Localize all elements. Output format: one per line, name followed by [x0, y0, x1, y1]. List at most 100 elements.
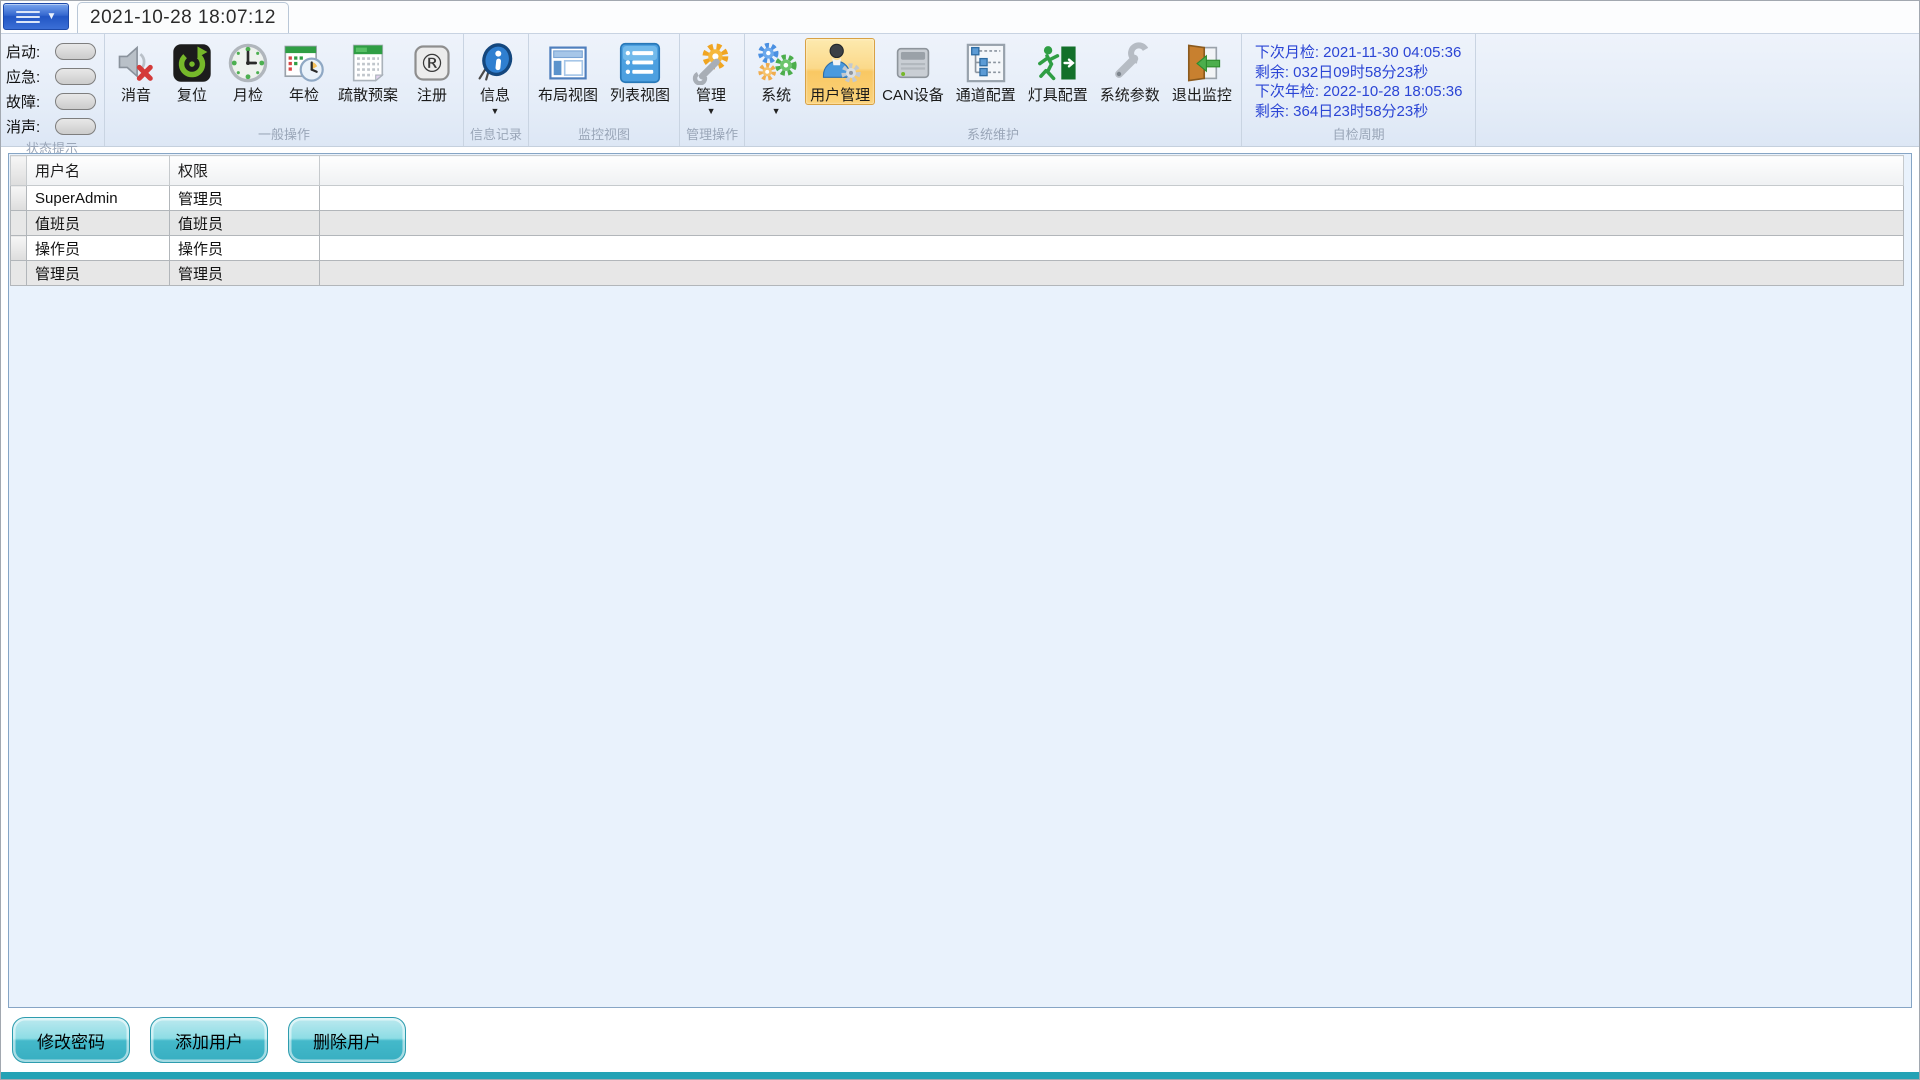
ribbon-item-layout-view[interactable]: 布局视图: [533, 38, 603, 105]
ribbon-group-items: 管理 ▼: [680, 34, 744, 125]
column-header[interactable]: 用户名: [27, 156, 170, 186]
status-label: 故障:: [6, 91, 55, 112]
app-menu-button[interactable]: ▼: [3, 3, 69, 30]
ribbon-item-label: 灯具配置: [1028, 87, 1088, 104]
can-device-icon: [891, 41, 935, 85]
ribbon-item-label: 管理: [696, 87, 726, 104]
ribbon-group: 下次月检: 2021-11-30 04:05:36剩余: 032日09时58分2…: [1242, 34, 1477, 146]
add-user-button[interactable]: 添加用户: [150, 1017, 268, 1063]
wrench-icon: [1108, 41, 1152, 85]
ribbon-group-label: 监控视图: [529, 125, 679, 146]
table-row[interactable]: 管理员管理员: [11, 261, 1904, 286]
ribbon-group-label: 管理操作: [680, 125, 744, 146]
row-selector-cell[interactable]: [11, 186, 27, 211]
row-selector-cell[interactable]: [11, 261, 27, 286]
empty-cell: [320, 186, 1904, 211]
status-label: 应急:: [6, 66, 55, 87]
registered-icon: ®: [410, 41, 454, 85]
username-cell: SuperAdmin: [27, 186, 170, 211]
row-selector-header: [11, 156, 27, 186]
ribbon-item-label: 消音: [121, 87, 151, 104]
ribbon-group-label: 一般操作: [105, 125, 463, 146]
ribbon-item-mute[interactable]: 消音: [109, 38, 163, 105]
ribbon-item-user-management[interactable]: 用户管理: [805, 38, 875, 105]
speaker-mute-icon: [114, 41, 158, 85]
delete-user-button[interactable]: 删除用户: [288, 1017, 406, 1063]
ribbon-item-yearly-check[interactable]: 年检: [277, 38, 331, 105]
role-cell: 管理员: [170, 261, 320, 286]
ribbon-item-label: 注册: [417, 87, 447, 104]
ribbon-item-label: CAN设备: [882, 87, 944, 104]
status-indicator-lamp: [55, 43, 96, 60]
ribbon-group-status: 启动:应急:故障:消声: 状态提示: [0, 34, 105, 146]
ribbon-group: 管理 ▼ 管理操作: [680, 34, 745, 146]
ribbon-group-items: 系统 ▼ 用户管理 CAN设备通道配置灯具配置系统参数退出监控: [745, 34, 1241, 125]
calendar-clock-icon: [282, 41, 326, 85]
ribbon-item-exit-monitor[interactable]: 退出监控: [1167, 38, 1237, 105]
titlebar: ▼ 2021-10-28 18:07:12: [0, 0, 1920, 33]
ribbon-item-label: 退出监控: [1172, 87, 1232, 104]
ribbon-item-label: 系统: [761, 87, 791, 104]
table-header-row: 用户名权限: [11, 156, 1904, 186]
ribbon-item-can-device[interactable]: CAN设备: [877, 38, 949, 105]
status-indicator-lamp: [55, 93, 96, 110]
ribbon-item-reset[interactable]: 复位: [165, 38, 219, 105]
table-row[interactable]: SuperAdmin管理员: [11, 186, 1904, 211]
ribbon-group-label: 系统维护: [745, 125, 1241, 146]
ribbon-item-system-params[interactable]: 系统参数: [1095, 38, 1165, 105]
user-gear-icon: [818, 41, 862, 85]
change-password-button[interactable]: 修改密码: [12, 1017, 130, 1063]
self-check-info-line: 剩余: 032日09时58分23秒: [1255, 63, 1463, 83]
ribbon-item-register[interactable]: ® 注册: [405, 38, 459, 105]
table-row[interactable]: 值班员值班员: [11, 211, 1904, 236]
exit-man-icon: [1036, 41, 1080, 85]
username-cell: 值班员: [27, 211, 170, 236]
tab-datetime[interactable]: 2021-10-28 18:07:12: [77, 2, 289, 33]
ribbon-item-lamp-config[interactable]: 灯具配置: [1023, 38, 1093, 105]
ribbon-item-evacuation-plan[interactable]: 疏散预案: [333, 38, 403, 105]
ribbon-item-label: 年检: [289, 87, 319, 104]
status-row: 应急:: [6, 64, 96, 89]
row-selector-cell[interactable]: [11, 211, 27, 236]
clock-icon: [226, 41, 270, 85]
empty-cell: [320, 261, 1904, 286]
ribbon-group: 系统 ▼ 用户管理 CAN设备通道配置灯具配置系统参数退出监控系统维护: [745, 34, 1242, 146]
table-row[interactable]: 操作员操作员: [11, 236, 1904, 261]
channel-tree-icon: [964, 41, 1008, 85]
column-header[interactable]: 权限: [170, 156, 320, 186]
role-cell: 操作员: [170, 236, 320, 261]
tab-datetime-label: 2021-10-28 18:07:12: [90, 7, 276, 29]
ribbon-item-label: 用户管理: [810, 87, 870, 104]
ribbon-group-label: 信息记录: [464, 125, 528, 146]
self-check-info: 下次月检: 2021-11-30 04:05:36剩余: 032日09时58分2…: [1245, 37, 1473, 121]
dropdown-arrow-icon: ▼: [707, 107, 716, 116]
dropdown-arrow-icon: ▼: [772, 107, 781, 116]
ribbon-item-label: 复位: [177, 87, 207, 104]
status-label: 消声:: [6, 116, 55, 137]
ribbon-empty-area: [1476, 34, 1920, 146]
user-management-panel: 用户名权限 SuperAdmin管理员值班员值班员操作员操作员管理员管理员: [8, 153, 1912, 1008]
ribbon-item-channel-config[interactable]: 通道配置: [951, 38, 1021, 105]
ribbon-item-manage[interactable]: 管理 ▼: [684, 38, 738, 117]
ribbon-group-items: 消音 复位月检年检疏散预案® 注册: [105, 34, 463, 125]
ribbon-group-items: 下次月检: 2021-11-30 04:05:36剩余: 032日09时58分2…: [1242, 34, 1476, 125]
ribbon-item-monthly-check[interactable]: 月检: [221, 38, 275, 105]
empty-cell: [320, 236, 1904, 261]
ribbon-item-system[interactable]: 系统 ▼: [749, 38, 803, 117]
role-cell: 管理员: [170, 186, 320, 211]
self-check-info-line: 下次年检: 2022-10-28 18:05:36: [1255, 82, 1463, 102]
ribbon-item-info[interactable]: 信息▼: [468, 38, 522, 117]
ribbon-item-list-view[interactable]: 列表视图: [605, 38, 675, 105]
ribbon-group-items: 布局视图列表视图: [529, 34, 679, 125]
app-menu-icon: [16, 11, 40, 23]
self-check-info-line: 剩余: 364日23时58分23秒: [1255, 102, 1463, 122]
layout-view-icon: [546, 41, 590, 85]
ribbon-group: 消音 复位月检年检疏散预案® 注册一般操作: [105, 34, 464, 146]
ribbon-item-label: 列表视图: [610, 87, 670, 104]
chevron-down-icon: ▼: [47, 12, 57, 22]
info-magnifier-icon: [473, 41, 517, 85]
username-cell: 操作员: [27, 236, 170, 261]
status-row: 故障:: [6, 89, 96, 114]
row-selector-cell[interactable]: [11, 236, 27, 261]
exit-door-icon: [1180, 41, 1224, 85]
